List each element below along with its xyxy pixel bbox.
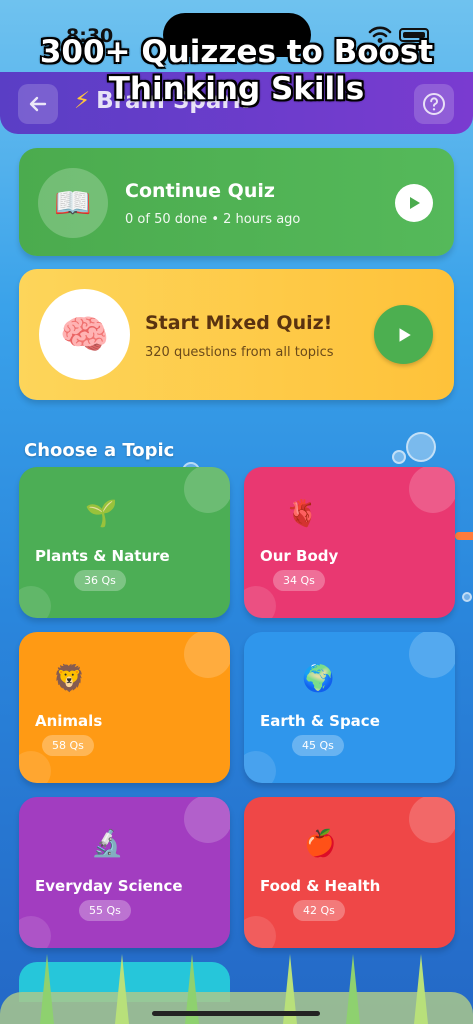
promo-caption: 300+ Quizzes to Boost Thinking Skills [0,34,473,108]
continue-quiz-progress: 0 of 50 done • 2 hours ago [125,212,301,227]
tile-decoration [409,632,455,678]
topic-label: Everyday Science [35,877,183,895]
mixed-quiz-subtitle: 320 questions from all topics [145,345,334,360]
fish-decoration [455,532,473,540]
play-icon [410,197,420,209]
heart-icon: 🫀 [286,499,319,529]
topic-label: Earth & Space [260,712,380,730]
topic-tile-plants[interactable]: 🌱 Plants & Nature 36 Qs [19,467,230,618]
topic-label: Our Body [260,547,339,565]
tile-decoration [19,586,51,618]
tile-decoration [184,632,230,678]
question-count-badge: 45 Qs [292,735,344,756]
question-count-badge: 36 Qs [74,570,126,591]
tile-decoration [19,916,51,948]
continue-play-button[interactable] [395,184,433,222]
bubble-decoration [406,432,436,462]
tile-decoration [184,467,230,513]
topic-tile-body[interactable]: 🫀 Our Body 34 Qs [244,467,455,618]
microscope-icon: 🔬 [91,829,124,859]
topic-tile-everyday-science[interactable]: 🔬 Everyday Science 55 Qs [19,797,230,948]
topic-label: Animals [35,712,103,730]
tile-decoration [184,797,230,843]
grass-blade [414,954,428,1024]
mixed-quiz-title: Start Mixed Quiz! [145,312,333,334]
book-icon: 📖 [38,168,108,238]
mixed-quiz-card[interactable]: 🧠 Start Mixed Quiz! 320 questions from a… [19,269,454,400]
globe-icon: 🌍 [302,664,335,694]
bubble-decoration [462,592,472,602]
topic-tile-food-health[interactable]: 🍎 Food & Health 42 Qs [244,797,455,948]
tile-decoration [409,467,455,513]
promo-line-2: Thinking Skills [108,71,365,107]
topic-tile-earth-space[interactable]: 🌍 Earth & Space 45 Qs [244,632,455,783]
apple-icon: 🍎 [304,829,337,859]
seedling-icon: 🌱 [85,499,118,529]
question-count-badge: 34 Qs [273,570,325,591]
brain-icon: 🧠 [39,289,130,380]
grass-blade [40,954,54,1024]
grass-decoration [0,992,473,1024]
bubble-decoration [392,450,406,464]
grass-blade [115,954,129,1024]
continue-quiz-title: Continue Quiz [125,180,275,202]
play-icon [399,327,411,342]
topic-tile-animals[interactable]: 🦁 Animals 58 Qs [19,632,230,783]
tile-decoration [19,751,51,783]
topic-label: Plants & Nature [35,547,170,565]
grass-blade [346,954,360,1024]
question-count-badge: 55 Qs [79,900,131,921]
question-count-badge: 58 Qs [42,735,94,756]
tile-decoration [409,797,455,843]
tile-decoration [244,916,276,948]
section-title: Choose a Topic [24,440,175,461]
question-count-badge: 42 Qs [293,900,345,921]
promo-line-1: 300+ Quizzes to Boost [39,34,434,70]
lion-icon: 🦁 [53,664,86,694]
home-indicator[interactable] [152,1011,320,1016]
tile-decoration [244,586,276,618]
continue-quiz-card[interactable]: 📖 Continue Quiz 0 of 50 done • 2 hours a… [19,148,454,256]
topic-label: Food & Health [260,877,381,895]
tile-decoration [244,751,276,783]
mixed-play-button[interactable] [374,305,433,364]
